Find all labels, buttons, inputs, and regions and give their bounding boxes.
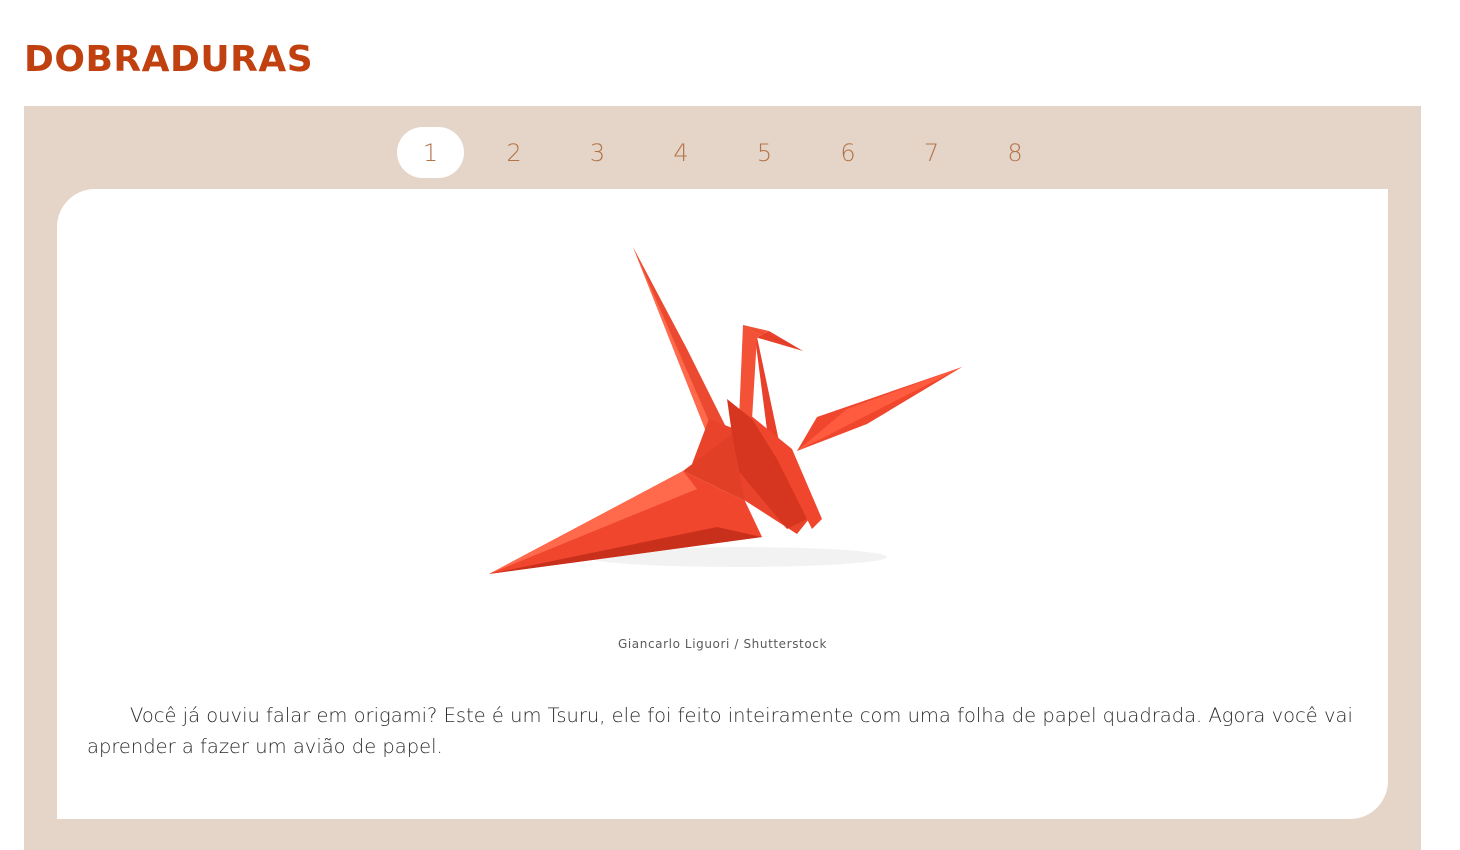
- image-credit: Giancarlo Liguori / Shutterstock: [617, 637, 828, 651]
- origami-crane-image: [489, 247, 962, 574]
- slide-pager: 1 2 3 4 5 6 7 8: [397, 127, 1065, 178]
- page-tab-4[interactable]: 4: [648, 127, 715, 178]
- page-tab-7[interactable]: 7: [898, 127, 965, 178]
- slide-text: Você já ouviu falar em origami? Este é u…: [87, 704, 1353, 758]
- page-tab-8[interactable]: 8: [982, 127, 1049, 178]
- page-tab-5[interactable]: 5: [731, 127, 798, 178]
- page-tab-6[interactable]: 6: [815, 127, 882, 178]
- page-title: DOBRADURAS: [24, 39, 314, 80]
- slideshow-panel: 1 2 3 4 5 6 7 8 Giancarlo Liguori / Shut…: [24, 106, 1421, 850]
- page-tab-2[interactable]: 2: [481, 127, 548, 178]
- page-tab-1[interactable]: 1: [397, 127, 464, 178]
- page: DOBRADURAS 1 2 3 4 5 6 7 8 Giancarlo Lig…: [0, 0, 1460, 850]
- slide-card: Giancarlo Liguori / Shutterstock Você já…: [57, 189, 1388, 819]
- page-tab-3[interactable]: 3: [564, 127, 631, 178]
